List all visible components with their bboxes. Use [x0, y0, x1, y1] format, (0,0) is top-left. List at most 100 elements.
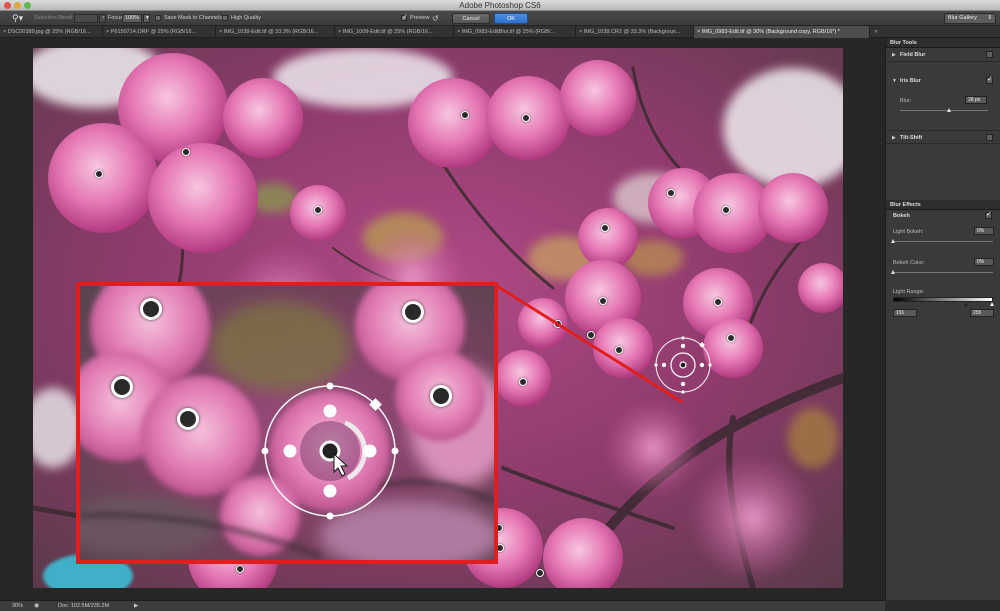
blur-pin[interactable]: [714, 298, 722, 306]
zoom-level[interactable]: 30%: [12, 602, 23, 611]
tab-label: IMG_1038.CR2 @ 33.3% (Backgroun...: [583, 29, 681, 35]
light-bokeh-slider[interactable]: [891, 239, 993, 243]
document-tabs: × DSC00389.jpg @ 25% (RGB/16... × P61507…: [0, 26, 1000, 38]
blur-pin[interactable]: [111, 376, 133, 398]
blur-pin[interactable]: [314, 206, 322, 214]
options-bar: ⚲▾ Selection Bleed: ▾ Focus: 100% ▾ Save…: [0, 11, 1000, 26]
ok-button[interactable]: OK: [494, 13, 528, 24]
save-mask-checkbox[interactable]: [155, 15, 161, 21]
blur-pin[interactable]: [430, 385, 452, 407]
blur-pin[interactable]: [236, 565, 244, 573]
tilt-shift-label: Tilt-Shift: [900, 135, 923, 141]
document-info: Doc: 102.5M/235.2M: [58, 603, 110, 609]
blur-pin[interactable]: [587, 331, 595, 339]
blur-pin[interactable]: [402, 301, 424, 323]
tab-label: IMG_0983-EditBlur.tif @ 25% (RGB/...: [461, 29, 556, 35]
blur-pin[interactable]: [536, 569, 544, 577]
bokeh-label: Bokeh: [893, 213, 910, 219]
workspace-dropdown[interactable]: Blur Gallery ⇕: [944, 13, 996, 24]
tab-document[interactable]: × IMG_0983-EditBlur.tif @ 25% (RGB/...: [454, 26, 576, 38]
high-quality-label: High Quality: [231, 15, 261, 21]
field-blur-label: Field Blur: [900, 52, 926, 58]
status-menu-arrow-icon[interactable]: ▶: [134, 602, 138, 611]
iris-blur-label: Iris Blur: [900, 78, 921, 84]
blur-pin[interactable]: [554, 320, 562, 328]
bokeh-color-thumb[interactable]: [891, 270, 895, 274]
preview-checkbox[interactable]: [401, 13, 408, 21]
selection-bleed-dropdown-icon[interactable]: ▾: [99, 14, 106, 23]
blur-pin[interactable]: [667, 189, 675, 197]
zoom-inset: [76, 282, 498, 564]
bokeh-checkbox[interactable]: [985, 210, 992, 219]
blur-effects-header: Blur Effects: [886, 200, 1000, 210]
blur-effects-title: Blur Effects: [890, 202, 921, 208]
tab-document[interactable]: × IMG_1009-Edit.tif @ 25% (RGB/16...: [335, 26, 454, 38]
tab-document-active[interactable]: × IMG_0983-Edit.tif @ 30% (Background co…: [694, 26, 870, 38]
selection-bleed-label: Selection Bleed:: [34, 15, 74, 21]
more-tabs-icon[interactable]: »: [874, 26, 877, 38]
tab-document[interactable]: × P6150714.ORF @ 25% (RGB/16...: [103, 26, 216, 38]
light-range-high-field[interactable]: 255: [970, 309, 994, 317]
tab-label: P6150714.ORF @ 25% (RGB/16...: [110, 29, 197, 35]
status-bar: 30% ◉ Doc: 102.5M/235.2M ▶: [0, 600, 885, 611]
expand-arrow-icon[interactable]: ▶: [892, 134, 896, 142]
blur-pin[interactable]: [140, 298, 162, 320]
blur-pin[interactable]: [522, 114, 530, 122]
reset-pins-icon[interactable]: ↺: [432, 14, 439, 23]
tab-label: IMG_1009-Edit.tif @ 25% (RGB/16...: [342, 29, 433, 35]
tab-document[interactable]: × DSC00389.jpg @ 25% (RGB/16...: [0, 26, 103, 38]
blur-pin-tool-icon[interactable]: ⚲▾: [12, 13, 24, 24]
blur-pin[interactable]: [722, 206, 730, 214]
iris-blur-checkbox[interactable]: [986, 75, 993, 84]
blur-pin[interactable]: [727, 334, 735, 342]
blur-amount-label: Blur:: [900, 98, 912, 104]
high-quality-checkbox[interactable]: [222, 15, 228, 21]
field-blur-checkbox[interactable]: [986, 51, 993, 58]
tilt-shift-row[interactable]: ▶ Tilt-Shift: [886, 130, 1000, 144]
quick-mask-icon[interactable]: ◉: [34, 602, 39, 611]
field-blur-row[interactable]: ▶ Field Blur: [886, 48, 1000, 62]
iris-blur-ellipse-handle[interactable]: [251, 376, 411, 526]
blur-pin[interactable]: [615, 346, 623, 354]
bokeh-color-slider[interactable]: [891, 270, 993, 274]
expand-arrow-icon[interactable]: ▶: [892, 51, 896, 59]
window-title: Adobe Photoshop CS6: [459, 1, 541, 10]
blur-pin[interactable]: [601, 224, 609, 232]
blur-panel: Blur Tools ▶ Field Blur ▼ Iris Blur Blur…: [885, 38, 1000, 600]
light-range-low-field[interactable]: 191: [893, 309, 917, 317]
focus-field[interactable]: 100%: [122, 14, 142, 23]
save-mask-label: Save Mask to Channels: [164, 15, 223, 21]
tab-label: IMG_0983-Edit.tif @ 30% (Background copy…: [701, 29, 840, 35]
canvas-area: [0, 38, 885, 600]
tab-document[interactable]: × IMG_1038.CR2 @ 33.3% (Backgroun...: [576, 26, 694, 38]
blur-pin[interactable]: [177, 408, 199, 430]
light-range-low-thumb[interactable]: [964, 302, 968, 306]
blur-pin[interactable]: [519, 378, 527, 386]
light-range-high-thumb[interactable]: [990, 302, 994, 306]
blur-pin[interactable]: [182, 148, 190, 156]
light-bokeh-field[interactable]: 0%: [974, 227, 994, 235]
chevron-down-icon: ⇕: [987, 15, 992, 21]
blur-tools-header: Blur Tools: [886, 38, 1000, 48]
blur-amount-slider[interactable]: [900, 108, 988, 112]
preview-label: Preview: [410, 15, 430, 21]
tilt-shift-checkbox[interactable]: [986, 134, 993, 141]
workspace-value: Blur Gallery: [948, 15, 977, 21]
iris-blur-row[interactable]: ▼ Iris Blur: [886, 74, 1000, 88]
focus-dropdown-icon[interactable]: ▾: [143, 14, 150, 23]
blur-amount-field[interactable]: 28 px: [965, 96, 987, 104]
blur-pin[interactable]: [461, 111, 469, 119]
bokeh-color-field[interactable]: 0%: [974, 258, 994, 266]
photoshop-window: Adobe Photoshop CS6 ⚲▾ Selection Bleed: …: [0, 0, 1000, 611]
title-bar: Adobe Photoshop CS6: [0, 0, 1000, 11]
light-bokeh-thumb[interactable]: [891, 239, 895, 243]
cancel-button[interactable]: Cancel: [452, 13, 490, 24]
blur-pin[interactable]: [599, 297, 607, 305]
selection-bleed-field[interactable]: [74, 14, 98, 23]
blur-slider-thumb[interactable]: [947, 108, 952, 112]
blur-pin[interactable]: [95, 170, 103, 178]
blur-tools-title: Blur Tools: [890, 40, 917, 46]
tab-document[interactable]: × IMG_1038-Edit.tif @ 33.3% (RGB/16...: [216, 26, 335, 38]
collapse-arrow-icon[interactable]: ▼: [892, 77, 897, 85]
light-range-gradient[interactable]: [893, 297, 993, 302]
